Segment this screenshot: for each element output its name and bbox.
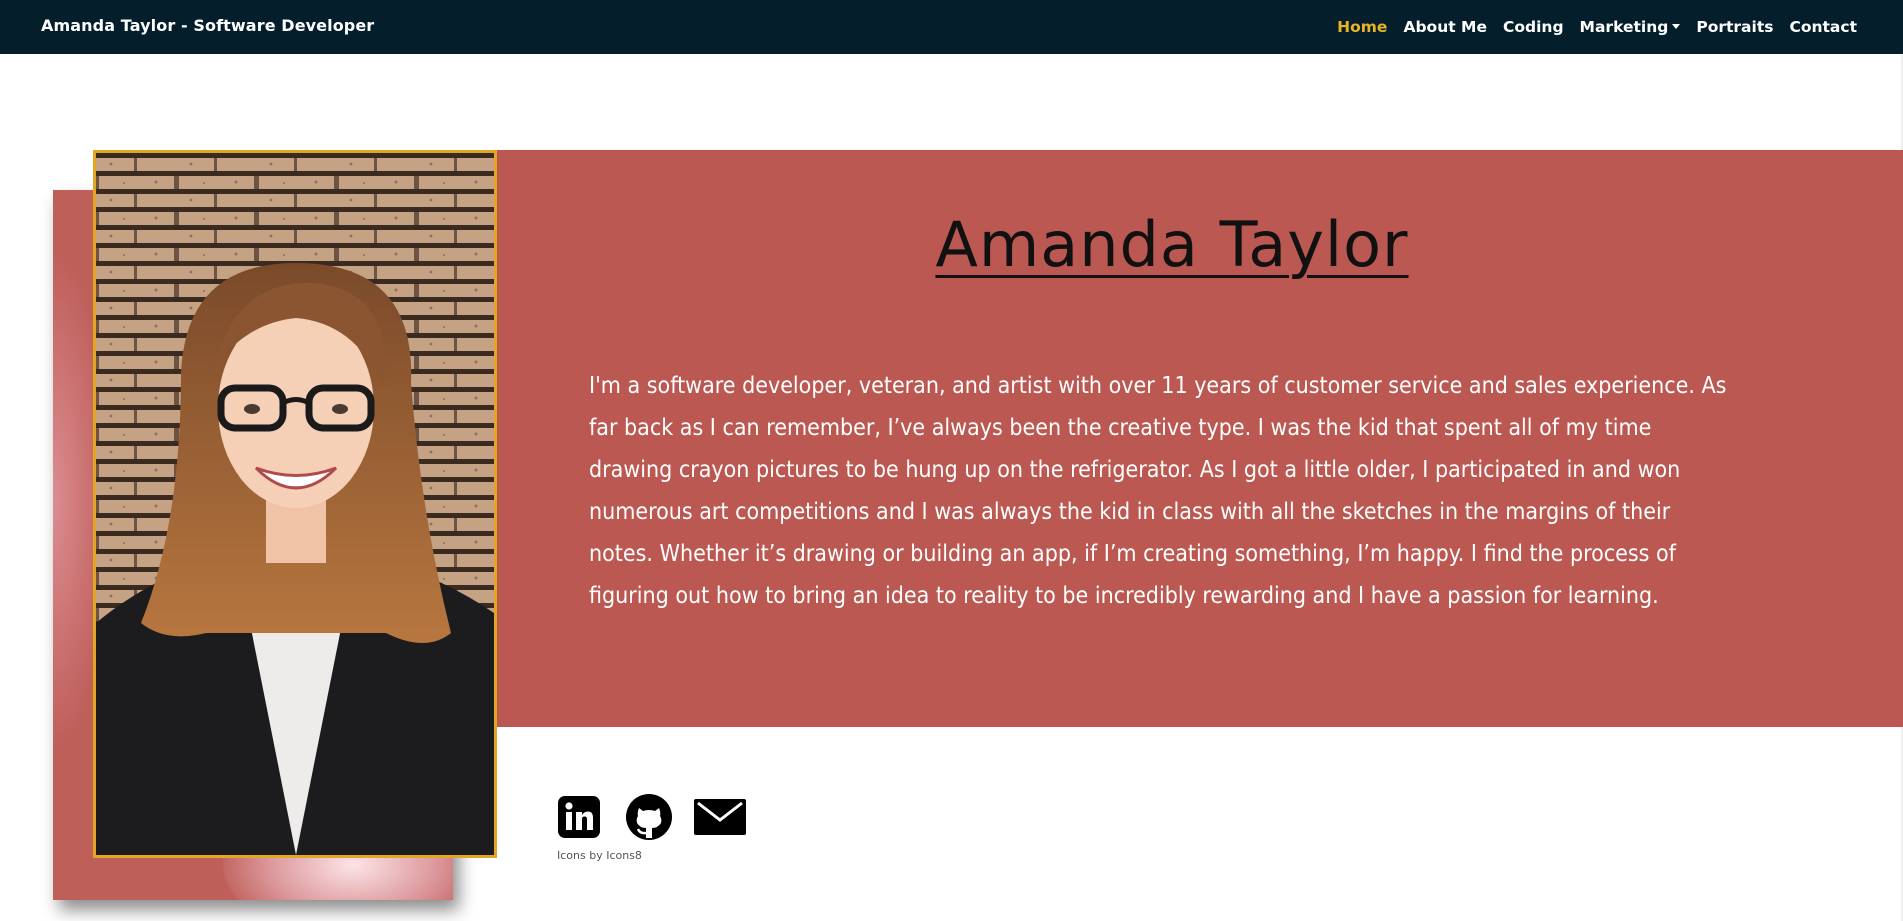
github-icon bbox=[626, 794, 672, 840]
linkedin-icon bbox=[558, 796, 600, 838]
profile-photo bbox=[93, 150, 497, 858]
social-links bbox=[557, 793, 747, 841]
nav-link-coding[interactable]: Coding bbox=[1495, 2, 1572, 53]
navbar-brand[interactable]: Amanda Taylor - Software Developer bbox=[41, 0, 374, 54]
portrait-image bbox=[96, 153, 494, 855]
linkedin-link[interactable] bbox=[557, 795, 601, 839]
icons-credit-link[interactable]: Icons by Icons8 bbox=[557, 849, 642, 862]
nav-link-home[interactable]: Home bbox=[1329, 2, 1395, 53]
nav-link-about-me[interactable]: About Me bbox=[1395, 2, 1495, 53]
github-link[interactable] bbox=[625, 793, 673, 841]
email-icon bbox=[694, 799, 746, 835]
nav-link-contact[interactable]: Contact bbox=[1781, 2, 1865, 53]
bio-paragraph: I'm a software developer, veteran, and a… bbox=[589, 373, 1727, 609]
nav-dropdown-marketing[interactable]: Marketing bbox=[1572, 2, 1689, 53]
nav-links: Home About Me Coding Marketing Portraits… bbox=[1329, 0, 1865, 54]
nav-dropdown-marketing-label: Marketing bbox=[1579, 17, 1669, 36]
page-title: Amanda Taylor bbox=[935, 208, 1409, 281]
email-link[interactable] bbox=[693, 797, 747, 837]
nav-link-portraits[interactable]: Portraits bbox=[1688, 2, 1781, 53]
caret-down-icon bbox=[1672, 23, 1681, 29]
top-navbar: Amanda Taylor - Software Developer Home … bbox=[0, 0, 1903, 54]
